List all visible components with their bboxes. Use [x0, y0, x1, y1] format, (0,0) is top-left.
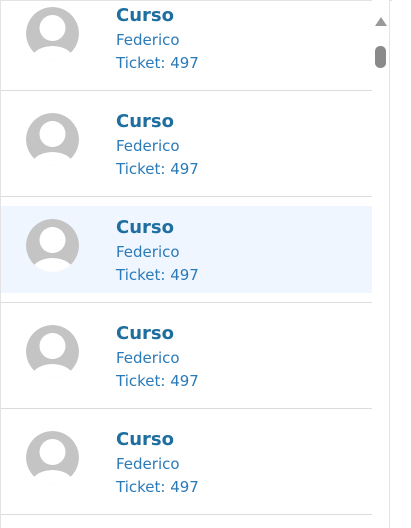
item-user-name: Federico	[116, 349, 180, 367]
scroll-up-arrow-icon[interactable]	[375, 17, 387, 26]
avatar	[26, 7, 79, 60]
default-user-icon	[26, 219, 79, 272]
item-title: Curso	[116, 217, 174, 238]
avatar	[26, 219, 79, 272]
list-item[interactable]: Curso Federico Ticket: 497	[1, 91, 372, 197]
item-text-block: Curso Federico Ticket: 497	[116, 323, 356, 393]
item-user-name: Federico	[116, 137, 180, 155]
list-item[interactable]: Curso Federico Ticket: 497	[1, 409, 372, 515]
list-item[interactable]: Curso Federico Ticket: 497	[1, 197, 372, 303]
item-text-block: Curso Federico Ticket: 497	[116, 429, 356, 499]
item-title: Curso	[116, 111, 174, 132]
avatar	[26, 113, 79, 166]
default-user-icon	[26, 431, 79, 484]
item-ticket-number: Ticket: 497	[116, 372, 199, 390]
avatar	[26, 325, 79, 378]
item-ticket-number: Ticket: 497	[116, 266, 199, 284]
item-user-name: Federico	[116, 31, 180, 49]
item-title: Curso	[116, 5, 174, 26]
item-text-block: Curso Federico Ticket: 497	[116, 111, 356, 181]
ticket-list: Curso Federico Ticket: 497 Curso Federico Tic…	[1, 0, 372, 515]
default-user-icon	[26, 325, 79, 378]
vertical-scrollbar[interactable]	[372, 0, 390, 528]
item-ticket-number: Ticket: 497	[116, 54, 199, 72]
list-item[interactable]: Curso Federico Ticket: 497	[1, 303, 372, 409]
item-text-block: Curso Federico Ticket: 497	[116, 5, 356, 75]
item-title: Curso	[116, 429, 174, 450]
default-user-icon	[26, 7, 79, 60]
item-user-name: Federico	[116, 455, 180, 473]
item-user-name: Federico	[116, 243, 180, 261]
ticket-list-panel: Curso Federico Ticket: 497 Curso Federico Tic…	[0, 0, 372, 528]
item-title: Curso	[116, 323, 174, 344]
list-item[interactable]: Curso Federico Ticket: 497	[1, 0, 372, 91]
avatar	[26, 431, 79, 484]
item-text-block: Curso Federico Ticket: 497	[116, 217, 356, 287]
default-user-icon	[26, 113, 79, 166]
scroll-thumb[interactable]	[375, 46, 386, 68]
item-ticket-number: Ticket: 497	[116, 160, 199, 178]
item-ticket-number: Ticket: 497	[116, 478, 199, 496]
